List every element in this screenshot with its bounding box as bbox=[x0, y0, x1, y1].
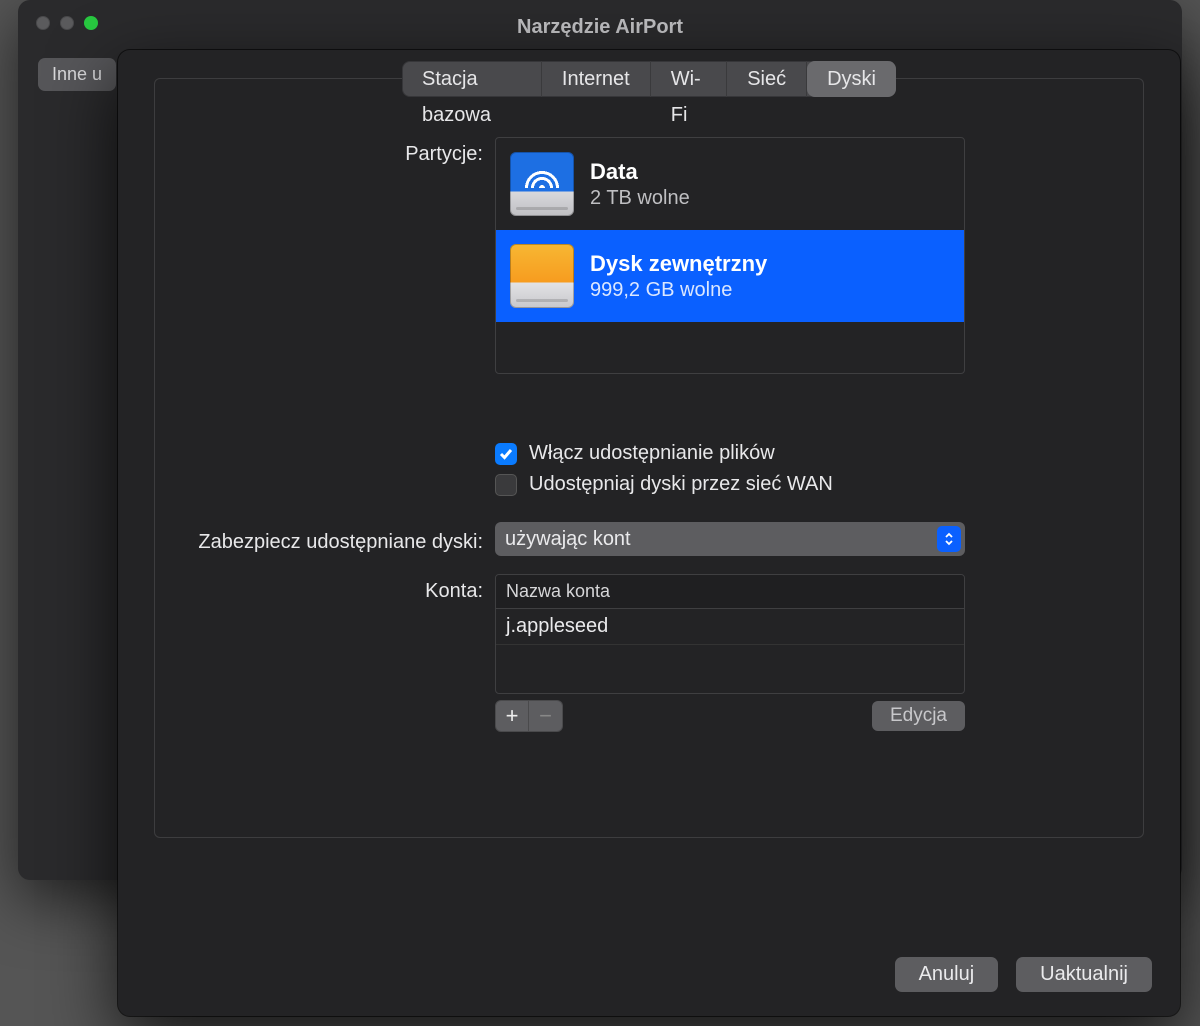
file-sharing-checkbox-row: Włącz udostępnianie plików bbox=[495, 442, 965, 465]
tab-bar: Stacja bazowa Internet Wi-Fi Sieć Dyski bbox=[402, 61, 896, 97]
other-devices-button[interactable]: Inne u bbox=[38, 58, 116, 91]
wan-label: Udostępniaj dyski przez sieć WAN bbox=[529, 473, 833, 496]
partition-item[interactable]: Dysk zewnętrzny 999,2 GB wolne bbox=[496, 230, 964, 322]
titlebar: Narzędzie AirPort bbox=[18, 0, 1182, 44]
sheet-footer: Anuluj Uaktualnij bbox=[118, 946, 1180, 1016]
accounts-label: Konta: bbox=[185, 574, 495, 603]
secure-mode-select[interactable]: używając kont bbox=[495, 522, 965, 556]
secure-mode-value: używając kont bbox=[505, 528, 631, 551]
minimize-icon[interactable] bbox=[60, 16, 74, 30]
remove-account-button[interactable]: − bbox=[529, 700, 563, 732]
external-disk-icon bbox=[510, 244, 574, 308]
settings-group: Stacja bazowa Internet Wi-Fi Sieć Dyski … bbox=[154, 78, 1144, 838]
partitions-label: Partycje: bbox=[185, 137, 495, 166]
wan-checkbox-row: Udostępniaj dyski przez sieć WAN bbox=[495, 473, 965, 496]
tab-wifi[interactable]: Wi-Fi bbox=[651, 61, 727, 97]
tab-base-station[interactable]: Stacja bazowa bbox=[402, 61, 542, 97]
add-account-button[interactable]: + bbox=[495, 700, 529, 732]
zoom-icon[interactable] bbox=[84, 16, 98, 30]
window-controls bbox=[36, 16, 98, 30]
account-row[interactable]: j.appleseed bbox=[496, 609, 964, 645]
close-icon[interactable] bbox=[36, 16, 50, 30]
partition-free-space: 999,2 GB wolne bbox=[590, 279, 767, 302]
partition-item[interactable]: Data 2 TB wolne bbox=[496, 138, 964, 230]
edit-account-button[interactable]: Edycja bbox=[872, 701, 965, 731]
secure-label: Zabezpiecz udostępniane dyski: bbox=[185, 525, 495, 554]
updown-icon bbox=[937, 526, 961, 552]
partition-name: Data bbox=[590, 159, 690, 185]
accounts-header: Nazwa konta bbox=[496, 575, 964, 609]
partition-name: Dysk zewnętrzny bbox=[590, 251, 767, 277]
accounts-table: Nazwa konta j.appleseed bbox=[495, 574, 965, 694]
tab-internet[interactable]: Internet bbox=[542, 61, 651, 97]
update-button[interactable]: Uaktualnij bbox=[1016, 957, 1152, 992]
cancel-button[interactable]: Anuluj bbox=[895, 957, 999, 992]
partitions-list: Data 2 TB wolne Dysk zewnętrzny 999,2 GB… bbox=[495, 137, 965, 374]
wan-checkbox[interactable] bbox=[495, 474, 517, 496]
airport-disk-icon bbox=[510, 152, 574, 216]
settings-sheet: Stacja bazowa Internet Wi-Fi Sieć Dyski … bbox=[118, 50, 1180, 1016]
tab-network[interactable]: Sieć bbox=[727, 61, 807, 97]
tab-disks[interactable]: Dyski bbox=[807, 61, 896, 97]
window-title: Narzędzie AirPort bbox=[18, 6, 1182, 39]
partition-free-space: 2 TB wolne bbox=[590, 187, 690, 210]
file-sharing-checkbox[interactable] bbox=[495, 443, 517, 465]
file-sharing-label: Włącz udostępnianie plików bbox=[529, 442, 775, 465]
